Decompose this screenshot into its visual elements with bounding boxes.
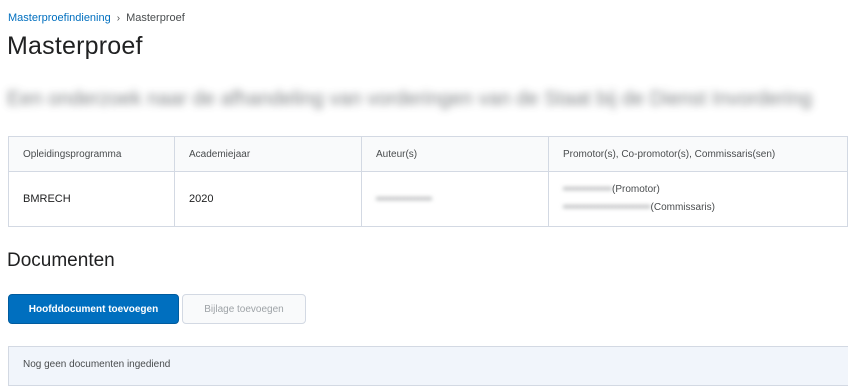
commissaris-role: (Commissaris) [650,202,715,213]
column-header-program: Opleidingsprogramma [8,136,175,172]
breadcrumb: Masterproefindiening › Masterproef [8,12,185,24]
chevron-right-icon: › [116,12,121,24]
add-main-document-button[interactable]: Hoofddocument toevoegen [8,294,179,324]
table-row: BMRECH 2020 •••••••••••••••• •••••••••••… [8,171,848,227]
cell-author: •••••••••••••••• [361,171,549,227]
documents-empty-state: Nog geen documenten ingediend [8,346,848,386]
add-attachment-button[interactable]: Bijlage toevoegen [182,294,306,324]
promotor-line: ••••••••••••••(Promotor) [563,181,847,199]
commissaris-line: •••••••••••••••••••••••••(Commissaris) [563,199,847,217]
author-name: •••••••••••••••• [376,193,433,205]
empty-state-text: Nog geen documenten ingediend [23,359,171,370]
column-header-author: Auteur(s) [361,136,549,172]
thesis-info-table: Opleidingsprogramma Academiejaar Auteur(… [8,136,848,227]
breadcrumb-link-masterproefindiening[interactable]: Masterproefindiening [8,12,111,24]
column-header-year: Academiejaar [174,136,362,172]
promotor-name: •••••••••••••• [563,184,613,195]
cell-program: BMRECH [8,171,175,227]
page-title: Masterproef [7,32,143,60]
promotor-role: (Promotor) [612,184,660,195]
commissaris-name: ••••••••••••••••••••••••• [563,202,651,213]
thesis-title: Een onderzoek naar de afhandeling van vo… [7,88,812,110]
cell-year: 2020 [174,171,362,227]
column-header-promotors: Promotor(s), Co-promotor(s), Commissaris… [548,136,848,172]
documents-section-title: Documenten [7,250,115,271]
breadcrumb-current: Masterproef [126,12,185,24]
cell-promotors: ••••••••••••••(Promotor) •••••••••••••••… [548,171,848,227]
table-header-row: Opleidingsprogramma Academiejaar Auteur(… [8,136,848,172]
